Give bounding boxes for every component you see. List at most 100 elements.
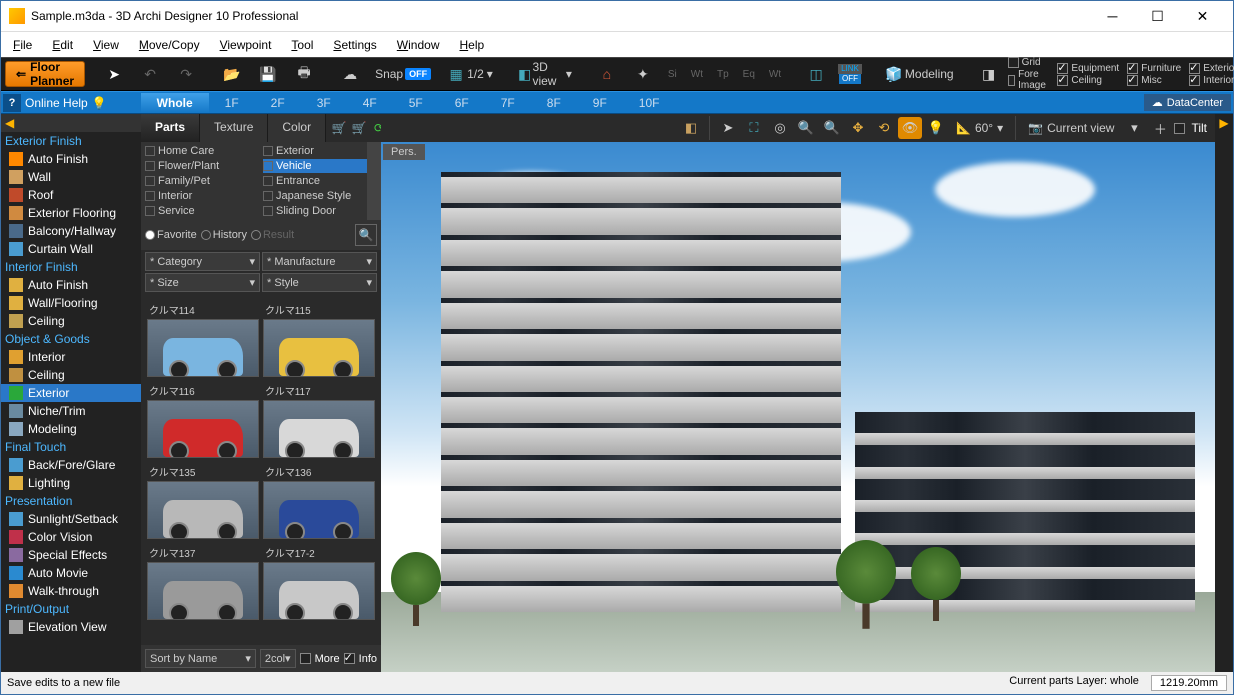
menu-file[interactable]: File (5, 35, 40, 55)
floor-tab-1f[interactable]: 1F (209, 93, 255, 113)
part-card[interactable]: クルマ116 (147, 381, 259, 458)
menu-movecopy[interactable]: Move/Copy (131, 35, 208, 55)
snap-toggle[interactable]: SnapOFF (369, 61, 437, 87)
maximize-button[interactable]: ☐ (1135, 1, 1180, 31)
sidebar-item-balconyhallway[interactable]: Balcony/Hallway (1, 222, 141, 240)
floor-tab-7f[interactable]: 7F (485, 93, 531, 113)
rotate-button[interactable]: ⟲ (872, 117, 896, 139)
floor-tab-8f[interactable]: 8F (531, 93, 577, 113)
fullscreen-button[interactable]: ⛶ (742, 117, 766, 139)
eq-button[interactable]: Eq (737, 61, 761, 87)
wt-button[interactable]: Wt (685, 61, 709, 87)
tilt-checkbox[interactable] (1174, 123, 1185, 134)
category-entrance[interactable]: Entrance (263, 174, 377, 188)
sidebar-item-backforeglare[interactable]: Back/Fore/Glare (1, 456, 141, 474)
chk-interior[interactable] (1189, 75, 1200, 86)
save-button[interactable]: 💾 (251, 61, 285, 87)
info-checkbox[interactable] (344, 653, 355, 664)
part-card[interactable]: クルマ17-2 (263, 543, 375, 620)
orbit-button[interactable]: 👁 (898, 117, 922, 139)
sidebar-item-wall[interactable]: Wall (1, 168, 141, 186)
sidebar-item-exteriorflooring[interactable]: Exterior Flooring (1, 204, 141, 222)
menu-settings[interactable]: Settings (325, 35, 384, 55)
redo-button[interactable]: ↷ (169, 61, 203, 87)
category-flowerplant[interactable]: Flower/Plant (145, 159, 259, 173)
sidebar-item-autofinish[interactable]: Auto Finish (1, 276, 141, 294)
floor-tab-4f[interactable]: 4F (347, 93, 393, 113)
radio-favorite[interactable]: Favorite (145, 229, 197, 241)
menu-window[interactable]: Window (389, 35, 448, 55)
part-card[interactable]: クルマ115 (263, 300, 375, 377)
chk-grid[interactable] (1008, 57, 1019, 68)
ptab-texture[interactable]: Texture (200, 114, 268, 142)
minimize-button[interactable]: ─ (1090, 1, 1135, 31)
part-card[interactable]: クルマ137 (147, 543, 259, 620)
category-filter[interactable]: * Category▾ (145, 252, 260, 271)
angle-dropdown[interactable]: 📐60°▾ (950, 117, 1009, 139)
levels-button[interactable]: ◨ (972, 61, 1006, 87)
cart-filter-icon[interactable]: 🛒 (330, 119, 348, 137)
zoom-out-button[interactable]: 🔍 (820, 117, 844, 139)
floor-tab-5f[interactable]: 5F (393, 93, 439, 113)
category-service[interactable]: Service (145, 204, 259, 218)
sidebar-item-exterior[interactable]: Exterior (1, 384, 141, 402)
category-homecare[interactable]: Home Care (145, 144, 259, 158)
category-japanesestyle[interactable]: Japanese Style (263, 189, 377, 203)
panels-button[interactable]: ◫ (799, 61, 833, 87)
magic-button[interactable]: ✦ (626, 61, 660, 87)
sidebar-item-autofinish[interactable]: Auto Finish (1, 150, 141, 168)
menu-viewpoint[interactable]: Viewpoint (212, 35, 280, 55)
cube-button[interactable]: ◧ (679, 117, 703, 139)
ptab-color[interactable]: Color (268, 114, 326, 142)
help-button[interactable]: ? (3, 94, 21, 112)
floor-tab-6f[interactable]: 6F (439, 93, 485, 113)
category-exterior[interactable]: Exterior (263, 144, 377, 158)
sort-dropdown[interactable]: Sort by Name▾ (145, 649, 256, 668)
cols-dropdown[interactable]: 2col▾ (260, 649, 296, 668)
sidebar-item-elevationview[interactable]: Elevation View (1, 618, 141, 636)
sidebar-collapse-button[interactable]: ◀ (1, 114, 141, 132)
sidebar-item-wallflooring[interactable]: Wall/Flooring (1, 294, 141, 312)
select-tool[interactable]: ➤ (716, 117, 740, 139)
manufacture-filter[interactable]: * Manufacture▾ (262, 252, 377, 271)
online-help-link[interactable]: Online Help (25, 96, 88, 110)
category-vehicle[interactable]: Vehicle (263, 159, 377, 173)
cart-add-icon[interactable]: 🛒 (350, 119, 368, 137)
close-button[interactable]: ✕ (1180, 1, 1225, 31)
current-view-dropdown[interactable]: 📷Current view (1022, 117, 1120, 139)
part-card[interactable]: クルマ136 (263, 462, 375, 539)
part-card[interactable]: クルマ135 (147, 462, 259, 539)
si-button[interactable]: Si (662, 61, 683, 87)
open-button[interactable]: 📂 (215, 61, 249, 87)
view-collapse-button[interactable]: ▾ (1122, 117, 1146, 139)
size-filter[interactable]: * Size▾ (145, 273, 260, 292)
sidebar-item-interior[interactable]: Interior (1, 348, 141, 366)
menu-view[interactable]: View (85, 35, 127, 55)
ptab-parts[interactable]: Parts (141, 114, 200, 142)
modeling-button[interactable]: 🧊Modeling (877, 61, 960, 87)
category-interior[interactable]: Interior (145, 189, 259, 203)
sidebar-item-lighting[interactable]: Lighting (1, 474, 141, 492)
sidebar-item-walkthrough[interactable]: Walk-through (1, 582, 141, 600)
more-checkbox[interactable] (300, 653, 311, 664)
zoom-in-button[interactable]: 🔍 (794, 117, 818, 139)
house-button[interactable]: ⌂ (590, 61, 624, 87)
search-button[interactable]: 🔍 (355, 224, 377, 246)
3d-view-dropdown[interactable]: ◧3D view▾ (511, 61, 578, 87)
style-filter[interactable]: * Style▾ (262, 273, 377, 292)
chk-foreimage[interactable] (1008, 75, 1016, 86)
light-button[interactable]: 💡 (924, 117, 948, 139)
sidebar-item-roof[interactable]: Roof (1, 186, 141, 204)
menu-tool[interactable]: Tool (283, 35, 321, 55)
3d-canvas[interactable]: Pers. /*floors populated below*/ (381, 142, 1215, 672)
view-add-button[interactable]: ＋ (1148, 117, 1172, 139)
category-slidingdoor[interactable]: Sliding Door (263, 204, 377, 218)
floor-tab-2f[interactable]: 2F (255, 93, 301, 113)
floor-planner-button[interactable]: ⇐ Floor Planner (5, 61, 85, 87)
datacenter-button[interactable]: ☁DataCenter (1144, 94, 1231, 111)
link-toggle[interactable]: LINK OFF (835, 61, 865, 87)
part-card[interactable]: クルマ117 (263, 381, 375, 458)
chk-misc[interactable] (1127, 75, 1138, 86)
print-button[interactable]: 🖶 (287, 61, 321, 87)
right-panel-collapse[interactable]: ▶ (1215, 114, 1233, 672)
